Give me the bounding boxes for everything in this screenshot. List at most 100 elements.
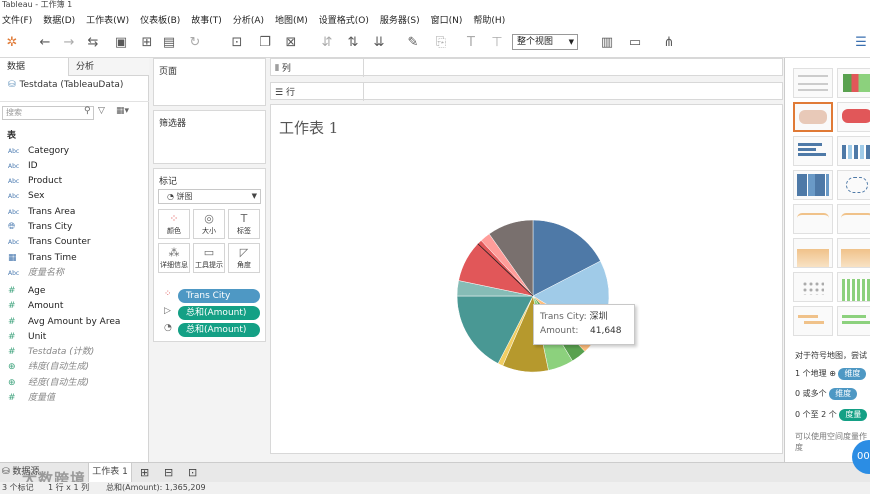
tableau-logo-icon[interactable]: ✲ [3, 34, 21, 52]
chart-type-bar[interactable] [793, 136, 833, 166]
filters-card[interactable]: 筛选器 [153, 110, 266, 164]
menu-format[interactable]: 设置格式(O) [319, 13, 369, 26]
field-longitude[interactable]: ⊕ 经度(自动生成) [0, 376, 149, 391]
new-datasource-icon[interactable]: ⊞ [138, 34, 156, 52]
label-button[interactable]: T 标签 [228, 209, 260, 239]
new-sheet-icon[interactable]: ⊡ [228, 34, 246, 52]
view-list-icon[interactable]: ▦▾ [116, 106, 129, 116]
view-size-select[interactable]: 整个视图 ▼ [512, 34, 578, 50]
field-sex[interactable]: Abc Sex [0, 189, 149, 204]
field-trans-city[interactable]: 🌐︎ Trans City [0, 220, 149, 235]
chart-type-bullet[interactable] [837, 306, 870, 336]
field-trans-area[interactable]: Abc Trans Area [0, 205, 149, 220]
chart-type-scatter[interactable] [793, 272, 833, 302]
duplicate-icon[interactable]: ❐ [256, 34, 274, 52]
chart-type-gantt[interactable] [793, 306, 833, 336]
field-trans-time[interactable]: ▦ Trans Time [0, 251, 149, 266]
number-icon: # [8, 393, 16, 403]
refresh-icon[interactable]: ↻ [186, 34, 204, 52]
new-worksheet-icon[interactable]: ⊞ [140, 463, 149, 482]
chart-type-line-continuous[interactable] [793, 204, 833, 234]
field-id[interactable]: Abc ID [0, 159, 149, 174]
chart-type-treemap[interactable] [793, 170, 833, 200]
menu-map[interactable]: 地图(M) [275, 13, 308, 26]
rows-shelf[interactable]: ☰ 行 [270, 82, 783, 101]
chart-type-area-continuous[interactable] [793, 238, 833, 268]
menu-file[interactable]: 文件(F) [2, 13, 32, 26]
field-amount[interactable]: # Amount [0, 299, 149, 314]
field-measure-names[interactable]: Abc 度量名称 [0, 266, 149, 281]
tooltip-button[interactable]: ▭ 工具提示 [193, 243, 225, 273]
field-measure-values[interactable]: # 度量值 [0, 391, 149, 406]
show-me-note-2: 度 [795, 443, 803, 452]
menu-data[interactable]: 数据(D) [43, 13, 75, 26]
menu-dashboard[interactable]: 仪表板(B) [140, 13, 180, 26]
color-button[interactable]: ⁘ 颜色 [158, 209, 190, 239]
pages-card[interactable]: 页面 [153, 58, 266, 106]
field-age[interactable]: # Age [0, 284, 149, 299]
detail-button[interactable]: ⁂ 详细信息 [158, 243, 190, 273]
highlight-icon[interactable]: ✎ [404, 34, 422, 52]
chart-type-text-table[interactable] [793, 68, 833, 98]
save-swap-icon[interactable]: ⇆ [84, 34, 102, 52]
field-product[interactable]: Abc Product [0, 174, 149, 189]
show-me-icon[interactable]: ☰ [852, 34, 870, 52]
tab-sheet-1[interactable]: 工作表 1 [88, 463, 132, 482]
tab-data[interactable]: 数据 [0, 58, 68, 76]
share-icon[interactable]: ⋔ [660, 34, 678, 52]
redo-icon[interactable]: → [60, 34, 78, 52]
pause-updates-icon[interactable]: ▤ [160, 34, 178, 52]
chart-type-heat-map[interactable] [837, 68, 870, 98]
filter-icon[interactable]: ▽ [98, 106, 105, 116]
group-icon[interactable]: ⎘ [432, 34, 450, 52]
menu-window[interactable]: 窗口(N) [431, 13, 463, 26]
search-icon[interactable]: ⚲ [84, 106, 91, 116]
presentation-icon[interactable]: ▭ [626, 34, 644, 52]
field-record-count[interactable]: # Testdata (计数) [0, 345, 149, 360]
field-avg-amount-by-area[interactable]: # Avg Amount by Area [0, 315, 149, 330]
field-trans-counter[interactable]: Abc Trans Counter [0, 235, 149, 250]
swap-icon[interactable]: ⇵ [318, 34, 336, 52]
pill-sum-amount-angle[interactable]: 总和(Amount) [178, 323, 260, 337]
menu-server[interactable]: 服务器(S) [380, 13, 420, 26]
labels-icon[interactable]: T [462, 34, 480, 52]
worksheet-canvas[interactable]: 工作表 1 in Trans City: 深圳 Amount:41,648 [270, 104, 783, 454]
pie-chart[interactable]: in [271, 105, 784, 455]
chart-type-symbol-map[interactable] [793, 102, 833, 132]
mark-type-select[interactable]: ◔ 饼图 ▼ [158, 189, 261, 204]
pill-sum-amount-label[interactable]: 总和(Amount) [178, 306, 260, 320]
save-icon[interactable]: ▣ [112, 34, 130, 52]
columns-shelf[interactable]: ⦀ 列 [270, 58, 783, 77]
toolbar: ✲ ← → ⇆ ▣ ⊞ ▤ ↻ ⊡ ❐ ⊠ ⇵ ⇅ ⇊ ✎ ⎘ T ⊤ 整个视图… [0, 28, 870, 58]
sort-asc-icon[interactable]: ⇅ [344, 34, 362, 52]
chart-type-line-discrete[interactable] [837, 204, 870, 234]
chart-type-filled-map[interactable] [837, 102, 870, 132]
size-button[interactable]: ◎ 大小 [193, 209, 225, 239]
field-latitude[interactable]: ⊕ 纬度(自动生成) [0, 360, 149, 375]
number-icon: # [8, 317, 16, 327]
menu-story[interactable]: 故事(T) [191, 13, 222, 26]
menu-help[interactable]: 帮助(H) [473, 13, 505, 26]
fix-axes-icon[interactable]: ⊤ [488, 34, 506, 52]
menu-analysis[interactable]: 分析(A) [233, 13, 264, 26]
chart-type-circles[interactable] [837, 170, 870, 200]
chart-type-histogram[interactable] [837, 272, 870, 302]
angle-button[interactable]: ◸ 角度 [228, 243, 260, 273]
new-story-icon[interactable]: ⊡ [188, 463, 197, 482]
tooltip-amount-row: Amount: 41,648 [540, 326, 622, 336]
sort-desc-icon[interactable]: ⇊ [370, 34, 388, 52]
search-input[interactable]: 搜索 [2, 106, 94, 120]
undo-icon[interactable]: ← [36, 34, 54, 52]
clear-sheet-icon[interactable]: ⊠ [282, 34, 300, 52]
datasource-item[interactable]: ⛁ Testdata (TableauData) [0, 76, 149, 102]
pill-trans-city[interactable]: Trans City [178, 289, 260, 303]
field-category[interactable]: Abc Category [0, 144, 149, 159]
menu-worksheet[interactable]: 工作表(W) [86, 13, 129, 26]
new-dashboard-icon[interactable]: ⊟ [164, 463, 173, 482]
chart-type-area-discrete[interactable] [837, 238, 870, 268]
chart-type-stacked-bar[interactable] [837, 136, 870, 166]
calendar-icon: ▦ [8, 253, 17, 263]
field-unit[interactable]: # Unit [0, 330, 149, 345]
show-cards-icon[interactable]: ▥ [598, 34, 616, 52]
tab-analysis[interactable]: 分析 [68, 58, 149, 76]
